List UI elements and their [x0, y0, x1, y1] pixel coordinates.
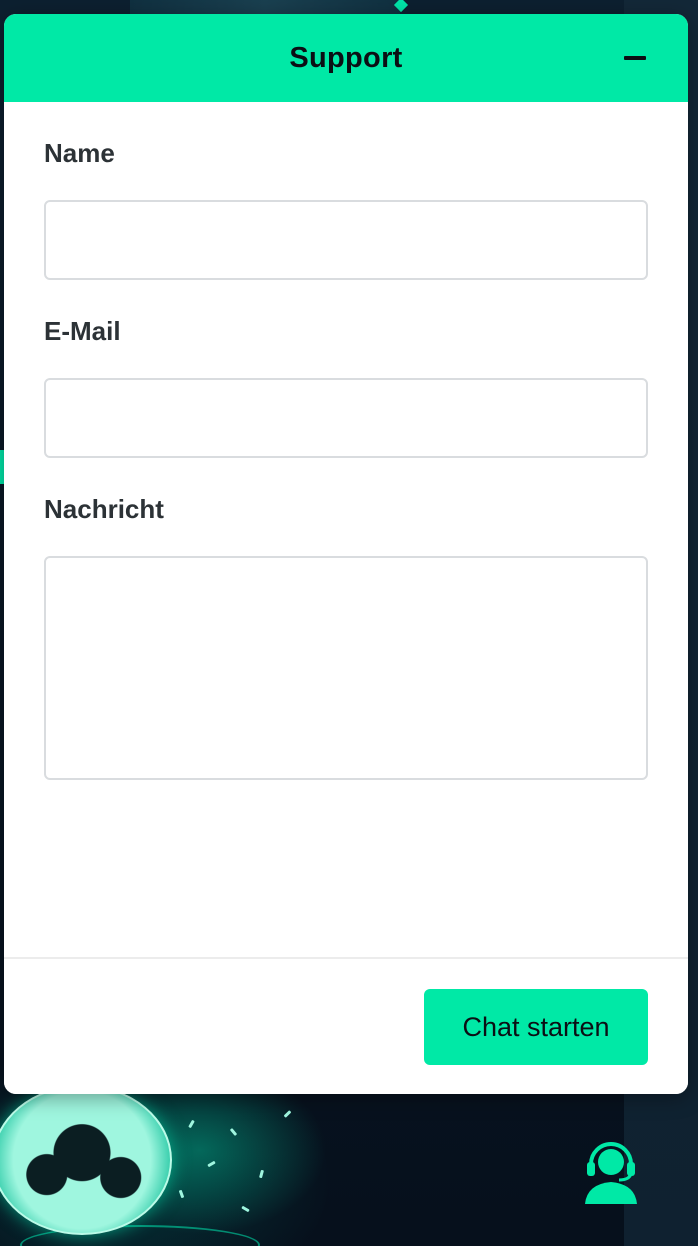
start-chat-button[interactable]: Chat starten	[424, 989, 648, 1065]
widget-title: Support	[289, 41, 403, 74]
message-textarea[interactable]	[44, 556, 648, 780]
minimize-button[interactable]	[618, 42, 652, 74]
widget-header: Support	[4, 14, 688, 102]
name-label: Name	[44, 138, 115, 168]
email-input[interactable]	[44, 378, 648, 458]
support-chat-widget: Support Name E-Mail Nachricht Chat start…	[4, 14, 688, 1094]
message-label: Nachricht	[44, 494, 164, 524]
email-label: E-Mail	[44, 316, 121, 346]
name-input[interactable]	[44, 200, 648, 280]
football-image	[0, 1085, 172, 1235]
support-launcher-button[interactable]	[583, 1138, 639, 1206]
minus-icon	[624, 56, 646, 60]
contact-form: Name E-Mail Nachricht	[4, 138, 688, 780]
widget-footer: Chat starten	[4, 957, 688, 1094]
headset-agent-icon	[585, 1142, 637, 1204]
